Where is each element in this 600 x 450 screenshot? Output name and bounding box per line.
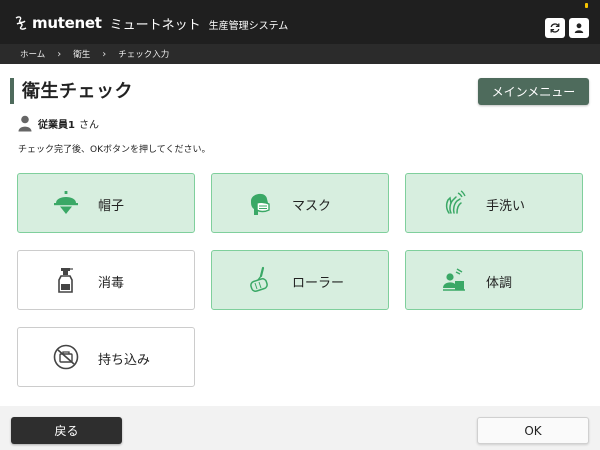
check-tile-carry-in[interactable]: 持ち込み bbox=[17, 327, 195, 387]
check-label: ローラー bbox=[292, 276, 345, 291]
user-name: 従業員1 bbox=[38, 120, 75, 131]
mask-icon bbox=[246, 188, 274, 218]
breadcrumb-hygiene[interactable]: 衛生 bbox=[73, 48, 90, 60]
check-label: 持ち込み bbox=[98, 353, 151, 368]
check-label: 帽子 bbox=[98, 199, 125, 214]
refresh-icon bbox=[550, 23, 560, 33]
main-content: 衛生チェック メインメニュー 従業員1 さん チェック完了後、OKボタンを押して… bbox=[0, 64, 600, 406]
person-icon bbox=[18, 115, 32, 132]
check-label: 体調 bbox=[486, 276, 513, 291]
check-tile-disinfect[interactable]: 消毒 bbox=[17, 250, 195, 310]
user-info: 従業員1 さん bbox=[18, 115, 99, 132]
check-tile-hat[interactable]: 帽子 bbox=[17, 173, 195, 233]
user-icon bbox=[574, 23, 584, 33]
app-header: mutenet ミュートネット 生産管理システム bbox=[0, 0, 600, 44]
brand-logo: mutenet bbox=[32, 14, 102, 32]
breadcrumb-current: チェック入力 bbox=[118, 50, 170, 60]
system-name: 生産管理システム bbox=[208, 20, 289, 32]
back-button[interactable]: 戻る bbox=[11, 417, 122, 444]
check-tile-handwash[interactable]: 手洗い bbox=[405, 173, 583, 233]
spray-bottle-icon bbox=[52, 265, 80, 295]
footer-bar: 戻る OK bbox=[0, 406, 600, 450]
refresh-button[interactable] bbox=[545, 18, 565, 38]
instruction-text: チェック完了後、OKボタンを押してください。 bbox=[18, 145, 211, 155]
handwash-icon bbox=[440, 188, 468, 218]
hat-icon bbox=[52, 188, 80, 218]
title-accent-bar bbox=[10, 78, 14, 104]
brand: mutenet ミュートネット 生産管理システム bbox=[14, 14, 289, 33]
no-carry-in-icon bbox=[52, 342, 80, 372]
check-label: 手洗い bbox=[486, 199, 526, 214]
health-condition-icon bbox=[440, 265, 468, 295]
breadcrumb: ホーム › 衛生 › チェック入力 bbox=[0, 44, 600, 64]
check-label: 消毒 bbox=[98, 276, 125, 291]
user-menu-button[interactable] bbox=[569, 18, 589, 38]
check-label: マスク bbox=[292, 199, 332, 214]
ok-button[interactable]: OK bbox=[477, 417, 589, 444]
chevron-right-icon: › bbox=[57, 48, 62, 60]
lint-roller-icon bbox=[246, 265, 274, 295]
check-tile-health[interactable]: 体調 bbox=[405, 250, 583, 310]
check-tile-mask[interactable]: マスク bbox=[211, 173, 389, 233]
user-suffix: さん bbox=[78, 120, 99, 131]
chevron-right-icon: › bbox=[102, 48, 107, 60]
breadcrumb-home[interactable]: ホーム bbox=[20, 48, 45, 60]
status-indicator bbox=[585, 3, 588, 8]
page-title: 衛生チェック bbox=[22, 81, 133, 102]
app-name: ミュートネット bbox=[109, 17, 201, 33]
brand-mark-icon bbox=[15, 16, 27, 30]
main-menu-button[interactable]: メインメニュー bbox=[478, 78, 589, 105]
check-tile-roller[interactable]: ローラー bbox=[211, 250, 389, 310]
